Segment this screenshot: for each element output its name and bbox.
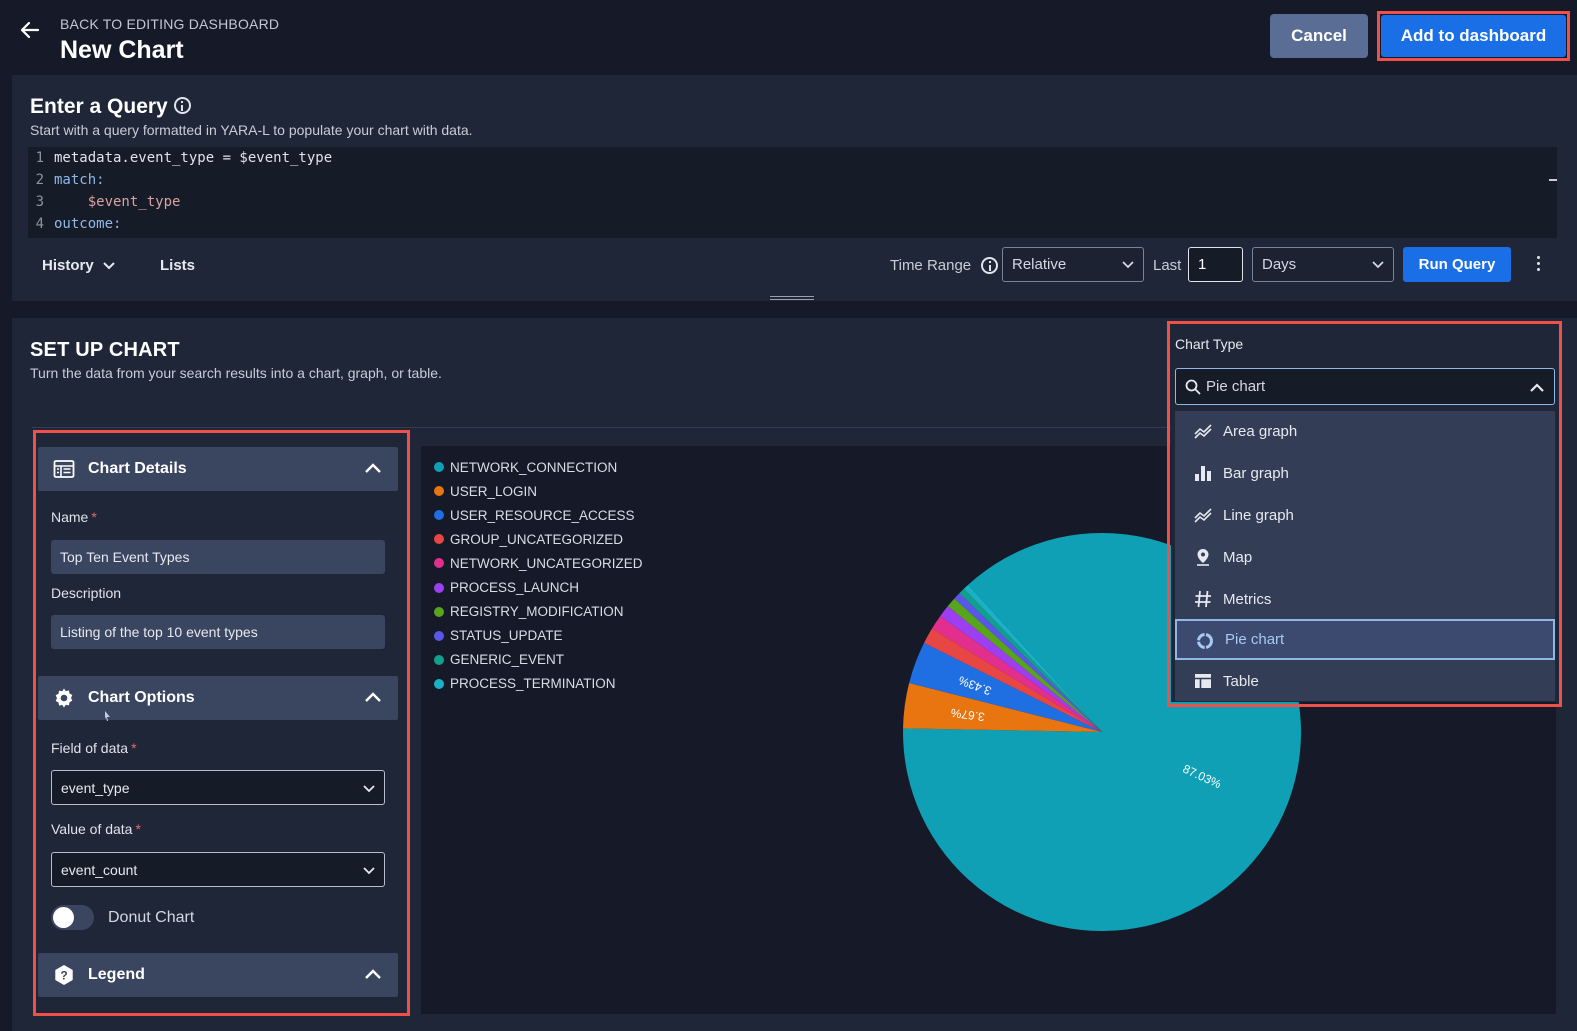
chevron-down-icon xyxy=(102,261,115,269)
legend-item[interactable]: PROCESS_LAUNCH xyxy=(434,575,643,599)
line-number: 3 xyxy=(35,194,44,210)
time-range-label: Time Range xyxy=(890,257,972,274)
last-amount-input[interactable]: 1 xyxy=(1188,247,1243,282)
setup-subtitle: Turn the data from your search results i… xyxy=(30,365,442,381)
legend-swatch xyxy=(434,630,444,641)
legend-item[interactable]: NETWORK_UNCATEGORIZED xyxy=(434,551,643,575)
legend-swatch xyxy=(434,486,444,497)
legend-item[interactable]: GROUP_UNCATEGORIZED xyxy=(434,527,643,551)
history-label: History xyxy=(42,257,94,274)
more-options-icon[interactable] xyxy=(1535,256,1541,274)
code-line: 2 match: xyxy=(28,169,1557,191)
time-range-info-icon[interactable] xyxy=(981,257,998,274)
legend-item[interactable]: REGISTRY_MODIFICATION xyxy=(434,600,643,624)
last-label: Last xyxy=(1153,257,1182,274)
legend-label: NETWORK_CONNECTION xyxy=(450,459,618,475)
legend-swatch xyxy=(434,678,444,689)
editor-scroll-marker xyxy=(1549,179,1557,181)
legend-label: PROCESS_LAUNCH xyxy=(450,580,580,596)
legend-item[interactable]: PROCESS_TERMINATION xyxy=(434,672,643,696)
history-dropdown[interactable]: History xyxy=(42,257,116,274)
highlight-chart-config xyxy=(33,430,410,1016)
query-subtitle: Start with a query formatted in YARA-L t… xyxy=(30,122,473,138)
legend-item[interactable]: USER_LOGIN xyxy=(434,479,643,503)
query-title-text: Enter a Query xyxy=(30,95,168,118)
line-number: 1 xyxy=(35,150,44,166)
code-text: metadata.event_type = $event_type xyxy=(54,150,333,166)
highlight-chart-type xyxy=(1167,321,1562,707)
chevron-down-icon xyxy=(1372,261,1384,269)
relative-select-value: Relative xyxy=(1012,256,1067,273)
legend-swatch xyxy=(434,510,444,521)
cancel-button[interactable]: Cancel xyxy=(1270,14,1368,58)
code-line: 4 outcome: xyxy=(28,213,1557,235)
back-arrow-icon[interactable] xyxy=(18,18,42,42)
legend-swatch xyxy=(434,654,444,665)
divider xyxy=(32,427,1182,428)
query-editor[interactable]: 1 metadata.event_type = $event_type 2 ma… xyxy=(28,147,1557,238)
chart-legend: NETWORK_CONNECTION USER_LOGIN USER_RESOURC… xyxy=(434,455,643,696)
line-number: 2 xyxy=(35,172,44,188)
legend-label: USER_LOGIN xyxy=(450,483,538,499)
code-line: 3 $event_type xyxy=(28,191,1557,213)
code-text: outcome: xyxy=(54,216,122,232)
code-text: $event_type xyxy=(54,194,181,210)
legend-swatch xyxy=(434,462,444,473)
run-query-button[interactable]: Run Query xyxy=(1403,247,1511,282)
legend-swatch xyxy=(434,558,444,569)
highlight-add-button xyxy=(1377,11,1570,61)
legend-label: NETWORK_UNCATEGORIZED xyxy=(450,555,643,571)
panel-resize-handle[interactable] xyxy=(770,296,814,300)
lists-tab[interactable]: Lists xyxy=(160,257,195,274)
legend-label: PROCESS_TERMINATION xyxy=(450,676,616,692)
legend-swatch xyxy=(434,582,444,593)
chevron-down-icon xyxy=(1122,261,1134,269)
code-line: 1 metadata.event_type = $event_type xyxy=(28,147,1557,169)
top-bar: BACK TO EDITING DASHBOARD New Chart Canc… xyxy=(0,0,1577,75)
query-title: Enter a Query xyxy=(30,95,191,119)
unit-select[interactable]: Days xyxy=(1252,247,1394,282)
mouse-cursor-icon xyxy=(105,711,110,721)
code-text: match: xyxy=(54,172,105,188)
page-title: New Chart xyxy=(60,36,184,64)
legend-item[interactable]: STATUS_UPDATE xyxy=(434,624,643,648)
legend-label: GENERIC_EVENT xyxy=(450,652,565,668)
unit-select-value: Days xyxy=(1262,256,1297,273)
legend-label: GROUP_UNCATEGORIZED xyxy=(450,531,624,547)
info-icon[interactable] xyxy=(173,96,191,114)
back-to-dashboard-link[interactable]: BACK TO EDITING DASHBOARD xyxy=(60,16,279,32)
legend-item[interactable]: GENERIC_EVENT xyxy=(434,648,643,672)
legend-item[interactable]: USER_RESOURCE_ACCESS xyxy=(434,503,643,527)
legend-label: REGISTRY_MODIFICATION xyxy=(450,604,624,620)
legend-label: USER_RESOURCE_ACCESS xyxy=(450,507,635,523)
legend-swatch xyxy=(434,606,444,617)
setup-title: SET UP CHART xyxy=(30,339,180,361)
legend-item[interactable]: NETWORK_CONNECTION xyxy=(434,455,643,479)
legend-swatch xyxy=(434,534,444,545)
line-number: 4 xyxy=(35,216,44,232)
legend-label: STATUS_UPDATE xyxy=(450,628,563,644)
relative-select[interactable]: Relative xyxy=(1002,247,1144,282)
query-panel: Enter a Query Start with a query formatt… xyxy=(12,75,1577,301)
